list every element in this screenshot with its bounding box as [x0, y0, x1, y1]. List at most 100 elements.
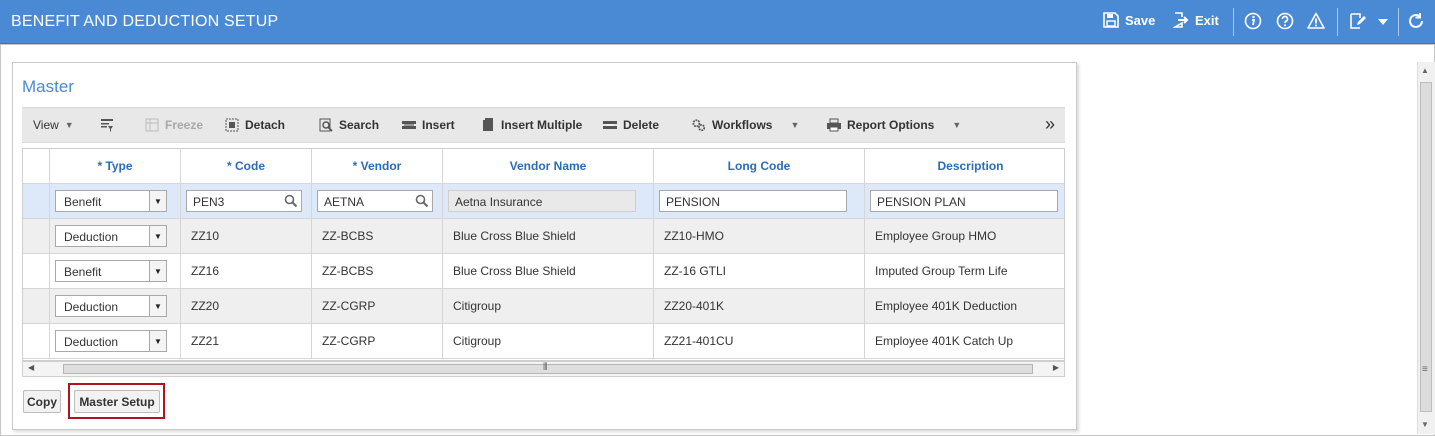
chevron-down-icon[interactable] — [1377, 16, 1397, 36]
vendor-cell[interactable]: ZZ-BCBS — [312, 254, 443, 288]
more-icon: » — [1045, 114, 1056, 134]
column-header-type[interactable]: * Type — [50, 149, 181, 183]
view-menu[interactable]: View ▼ — [33, 118, 74, 132]
chevron-down-icon[interactable]: ▼ — [149, 296, 166, 316]
code-input[interactable]: PEN3 — [186, 190, 302, 212]
scroll-grip-icon: ≡ — [1422, 364, 1428, 375]
delete-button[interactable]: Delete — [603, 118, 659, 132]
long-code-cell: PENSION — [654, 184, 865, 218]
table-row[interactable]: Deduction ▼ ZZ10 ZZ-BCBS Blue Cross Blue … — [23, 219, 1064, 254]
code-cell[interactable]: ZZ21 — [181, 324, 312, 358]
description-cell: PENSION PLAN — [865, 184, 1064, 218]
long-code-cell[interactable]: ZZ20-401K — [654, 289, 865, 323]
type-cell: Benefit ▼ — [50, 254, 181, 288]
vendor-name-value: Citigroup — [453, 299, 502, 313]
search-label: Search — [339, 118, 380, 132]
long-code-cell[interactable]: ZZ-16 GTLI — [654, 254, 865, 288]
row-selector[interactable] — [23, 184, 50, 218]
type-select[interactable]: Deduction ▼ — [55, 295, 167, 317]
exit-button[interactable]: Exit — [1173, 12, 1219, 28]
copy-button[interactable]: Copy — [23, 390, 61, 413]
vendor-name-cell[interactable]: Blue Cross Blue Shield — [443, 254, 654, 288]
type-value: Benefit — [64, 265, 102, 279]
vendor-name-cell[interactable]: Citigroup — [443, 289, 654, 323]
vertical-scrollbar[interactable]: ▲ ≡ ▼ — [1417, 62, 1435, 434]
exit-label: Exit — [1195, 12, 1219, 28]
vendor-cell[interactable]: ZZ-CGRP — [312, 324, 443, 358]
more-tools-button[interactable]: » — [1045, 114, 1055, 135]
column-header-long-code[interactable]: Long Code — [654, 149, 865, 183]
chevron-down-icon[interactable]: ▼ — [149, 226, 166, 246]
search-icon[interactable] — [415, 194, 429, 208]
search-button[interactable]: Search — [319, 118, 379, 132]
row-selector[interactable] — [23, 324, 50, 358]
row-selector[interactable] — [23, 254, 50, 288]
description-input[interactable]: PENSION PLAN — [870, 190, 1058, 212]
scroll-up-icon[interactable]: ▲ — [1421, 66, 1429, 75]
chevron-down-icon[interactable]: ▼ — [149, 191, 166, 211]
table-row[interactable]: Deduction ▼ ZZ21 ZZ-CGRP Citigroup ZZ21-4… — [23, 324, 1064, 359]
warning-icon[interactable] — [1307, 12, 1327, 32]
detach-button[interactable]: Detach — [225, 118, 285, 132]
insert-button[interactable]: Insert — [402, 118, 455, 132]
long-code-input[interactable]: PENSION — [659, 190, 847, 212]
toolbar-divider — [1337, 8, 1338, 36]
refresh-icon[interactable] — [1407, 12, 1427, 32]
code-cell[interactable]: ZZ10 — [181, 219, 312, 253]
filter-button[interactable] — [100, 118, 114, 132]
help-icon[interactable] — [1276, 12, 1296, 32]
code-cell[interactable]: ZZ20 — [181, 289, 312, 323]
vendor-cell[interactable]: ZZ-CGRP — [312, 289, 443, 323]
chevron-down-icon: ▼ — [64, 120, 74, 130]
description-cell[interactable]: Employee 401K Catch Up — [865, 324, 1064, 358]
search-icon[interactable] — [284, 194, 298, 208]
vendor-cell: AETNA — [312, 184, 443, 218]
vendor-name-value: Citigroup — [453, 334, 502, 348]
table-row[interactable]: Benefit ▼ ZZ16 ZZ-BCBS Blue Cross Blue Sh… — [23, 254, 1064, 289]
scroll-right-icon[interactable]: ▶ — [1053, 363, 1059, 372]
table-row[interactable]: Deduction ▼ ZZ20 ZZ-CGRP Citigroup ZZ20-4… — [23, 289, 1064, 324]
code-value: ZZ16 — [191, 264, 220, 278]
vendor-name-cell[interactable]: Citigroup — [443, 324, 654, 358]
table-row[interactable]: Benefit ▼ PEN3 AETNA Aetna Insurance PENS… — [23, 184, 1064, 219]
workflows-menu[interactable]: Workflows ▼ — [692, 118, 799, 132]
code-cell[interactable]: ZZ16 — [181, 254, 312, 288]
horizontal-scrollbar[interactable]: ◀ ⦀ ▶ — [22, 361, 1065, 377]
long-code-cell[interactable]: ZZ10-HMO — [654, 219, 865, 253]
row-selector[interactable] — [23, 219, 50, 253]
type-select[interactable]: Benefit ▼ — [55, 260, 167, 282]
column-header-code[interactable]: * Code — [181, 149, 312, 183]
type-value: Deduction — [64, 335, 119, 349]
description-cell[interactable]: Employee 401K Deduction — [865, 289, 1064, 323]
description-cell[interactable]: Employee Group HMO — [865, 219, 1064, 253]
scroll-left-icon[interactable]: ◀ — [28, 363, 34, 372]
column-header-vendor[interactable]: * Vendor — [312, 149, 443, 183]
vendor-name-cell[interactable]: Blue Cross Blue Shield — [443, 219, 654, 253]
type-select[interactable]: Benefit ▼ — [55, 190, 167, 212]
chevron-down-icon[interactable]: ▼ — [149, 261, 166, 281]
chevron-down-icon: ▼ — [952, 120, 962, 130]
row-selector[interactable] — [23, 289, 50, 323]
chevron-down-icon[interactable]: ▼ — [149, 331, 166, 351]
column-header-description[interactable]: Description — [865, 149, 1064, 183]
save-icon — [1103, 12, 1119, 28]
save-button[interactable]: Save — [1103, 12, 1155, 28]
scrollbar-thumb[interactable] — [63, 364, 1033, 374]
description-cell[interactable]: Imputed Group Term Life — [865, 254, 1064, 288]
type-select[interactable]: Deduction ▼ — [55, 330, 167, 352]
code-value: ZZ10 — [191, 229, 220, 243]
type-cell: Deduction ▼ — [50, 324, 181, 358]
freeze-button[interactable]: Freeze — [145, 118, 203, 132]
insert-label: Insert — [422, 118, 455, 132]
scroll-down-icon[interactable]: ▼ — [1421, 420, 1429, 429]
vendor-input[interactable]: AETNA — [317, 190, 433, 212]
vendor-cell[interactable]: ZZ-BCBS — [312, 219, 443, 253]
column-header-vendor-name[interactable]: Vendor Name — [443, 149, 654, 183]
insert-multiple-button[interactable]: Insert Multiple — [481, 118, 582, 132]
report-options-menu[interactable]: Report Options ▼ — [827, 118, 961, 132]
long-code-cell[interactable]: ZZ21-401CU — [654, 324, 865, 358]
info-icon[interactable] — [1244, 12, 1264, 32]
scrollbar-thumb[interactable] — [1420, 82, 1432, 412]
edit-menu-icon[interactable] — [1349, 12, 1369, 32]
type-select[interactable]: Deduction ▼ — [55, 225, 167, 247]
